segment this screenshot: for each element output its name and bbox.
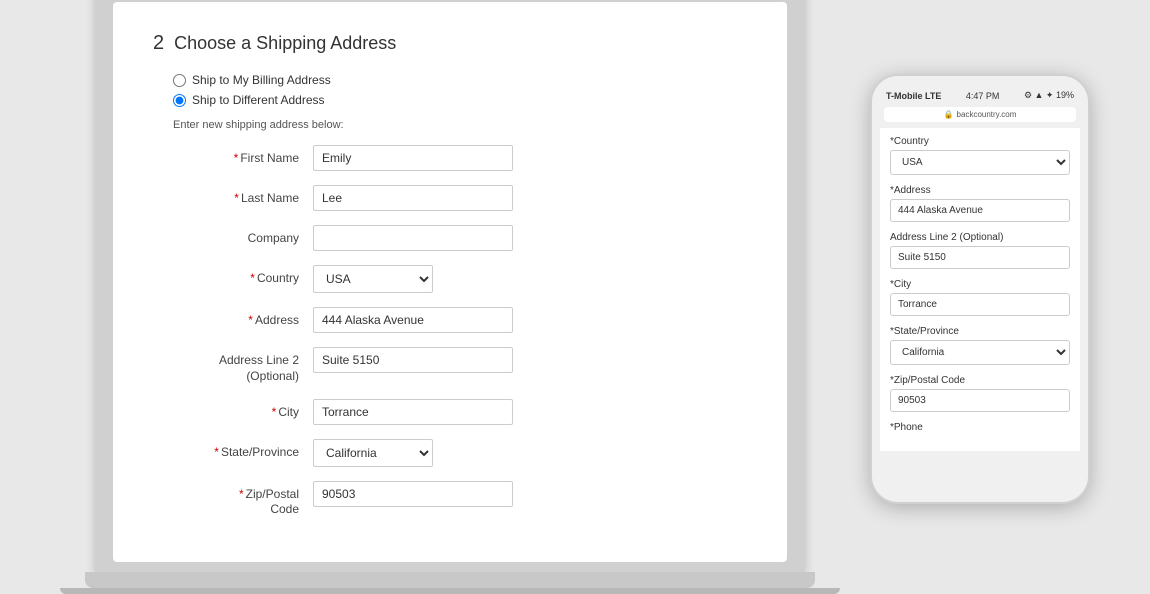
laptop-foot (60, 588, 840, 594)
laptop-screen: 2 Choose a Shipping Address Ship to My B… (113, 2, 787, 561)
lock-icon: 🔒 (944, 110, 954, 119)
phone-address2-label: Address Line 2 (Optional) (890, 232, 1070, 243)
phone-time: 4:47 PM (966, 91, 1000, 101)
country-select[interactable]: USA Canada UK (313, 265, 433, 293)
laptop-bezel: 2 Choose a Shipping Address Ship to My B… (95, 0, 805, 572)
city-label: *City (153, 399, 313, 419)
required-star: * (214, 445, 219, 459)
scene: 2 Choose a Shipping Address Ship to My B… (0, 0, 1150, 578)
phone-icons: ⚙ ▲ ✦ 19% (1024, 90, 1074, 101)
phone-zip-label: *Zip/Postal Code (890, 375, 1070, 386)
required-star: * (250, 271, 255, 285)
company-input[interactable] (313, 225, 513, 251)
first-name-label: *First Name (153, 145, 313, 165)
required-star: * (234, 191, 239, 205)
required-star: * (239, 487, 244, 501)
address2-label: Address Line 2(Optional) (153, 347, 313, 384)
zip-row: *Zip/PostalCode (153, 481, 747, 518)
required-star: * (272, 405, 277, 419)
phone-zip-group: *Zip/Postal Code (890, 375, 1070, 412)
phone-bezel: T-Mobile LTE 4:47 PM ⚙ ▲ ✦ 19% 🔒 backcou… (870, 74, 1090, 504)
radio-group: Ship to My Billing Address Ship to Diffe… (153, 73, 747, 107)
city-input[interactable] (313, 399, 513, 425)
phone-city-input[interactable] (890, 293, 1070, 316)
phone-address-input[interactable] (890, 199, 1070, 222)
city-row: *City (153, 399, 747, 425)
phone-state-select[interactable]: California New York Texas (890, 340, 1070, 365)
phone-address-group: *Address (890, 185, 1070, 222)
required-star: * (234, 151, 239, 165)
phone-phone-label: *Phone (890, 422, 1070, 433)
section-title: 2 Choose a Shipping Address (153, 32, 747, 55)
phone-carrier: T-Mobile LTE (886, 91, 941, 101)
section-heading: Choose a Shipping Address (174, 33, 396, 54)
address2-input[interactable] (313, 347, 513, 373)
zip-label: *Zip/PostalCode (153, 481, 313, 518)
phone-address2-group: Address Line 2 (Optional) (890, 232, 1070, 269)
radio-different-label: Ship to Different Address (192, 93, 325, 107)
radio-billing-input[interactable] (173, 74, 186, 87)
state-row: *State/Province California New York Texa… (153, 439, 747, 467)
step-number: 2 (153, 32, 164, 55)
radio-ship-different[interactable]: Ship to Different Address (173, 93, 747, 107)
phone-state-label: *State/Province (890, 326, 1070, 337)
phone-wrapper: T-Mobile LTE 4:47 PM ⚙ ▲ ✦ 19% 🔒 backcou… (870, 74, 1090, 504)
phone-address2-input[interactable] (890, 246, 1070, 269)
address-hint: Enter new shipping address below: (153, 119, 747, 131)
required-star: * (248, 313, 253, 327)
state-label: *State/Province (153, 439, 313, 459)
phone-state-group: *State/Province California New York Texa… (890, 326, 1070, 365)
zip-input[interactable] (313, 481, 513, 507)
phone-phone-group: *Phone (890, 422, 1070, 433)
phone-url-bar[interactable]: 🔒 backcountry.com (884, 107, 1076, 122)
laptop-base (85, 572, 815, 588)
phone-status-bar: T-Mobile LTE 4:47 PM ⚙ ▲ ✦ 19% (880, 88, 1080, 105)
phone-content: *Country USA Canada UK *Address Address … (880, 128, 1080, 451)
radio-billing-label: Ship to My Billing Address (192, 73, 331, 87)
last-name-input[interactable] (313, 185, 513, 211)
address-row: *Address (153, 307, 747, 333)
address2-row: Address Line 2(Optional) (153, 347, 747, 384)
country-row: *Country USA Canada UK (153, 265, 747, 293)
address-input[interactable] (313, 307, 513, 333)
company-row: Company (153, 225, 747, 251)
phone-country-label: *Country (890, 136, 1070, 147)
laptop-wrapper: 2 Choose a Shipping Address Ship to My B… (60, 0, 840, 594)
first-name-input[interactable] (313, 145, 513, 171)
country-label: *Country (153, 265, 313, 285)
last-name-label: *Last Name (153, 185, 313, 205)
phone-country-select[interactable]: USA Canada UK (890, 150, 1070, 175)
phone-city-group: *City (890, 279, 1070, 316)
phone-city-label: *City (890, 279, 1070, 290)
phone-address-label: *Address (890, 185, 1070, 196)
radio-ship-billing[interactable]: Ship to My Billing Address (173, 73, 747, 87)
company-label: Company (153, 225, 313, 245)
radio-different-input[interactable] (173, 94, 186, 107)
phone-url: backcountry.com (957, 110, 1017, 119)
phone-zip-input[interactable] (890, 389, 1070, 412)
state-select[interactable]: California New York Texas (313, 439, 433, 467)
first-name-row: *First Name (153, 145, 747, 171)
address-label: *Address (153, 307, 313, 327)
phone-country-group: *Country USA Canada UK (890, 136, 1070, 175)
last-name-row: *Last Name (153, 185, 747, 211)
